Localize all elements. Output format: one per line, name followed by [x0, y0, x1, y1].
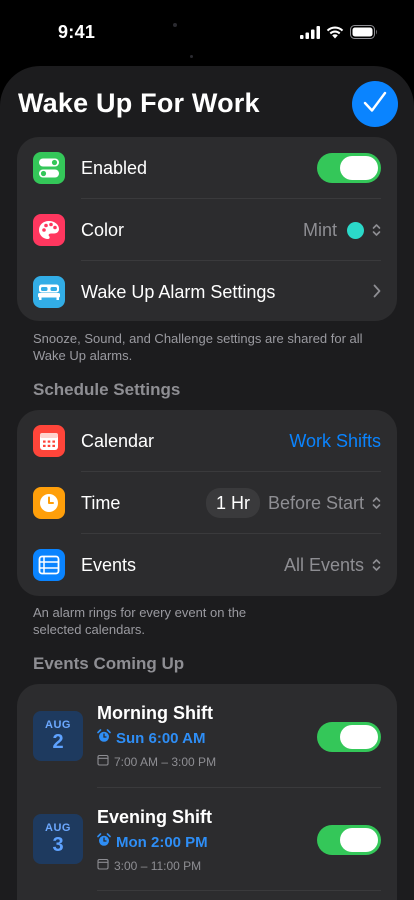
general-footnote: Snooze, Sound, and Challenge settings ar…	[33, 331, 363, 363]
upcoming-section-header: Events Coming Up	[33, 654, 185, 673]
page-title: Wake Up For Work	[18, 88, 260, 118]
chevron-up-down-icon	[372, 496, 381, 510]
battery-icon	[350, 25, 378, 44]
chevron-up-down-icon	[372, 223, 381, 237]
calendar-small-icon	[97, 858, 109, 873]
palette-icon	[33, 214, 65, 246]
event-time-range: 3:00 – 11:00 PM	[97, 858, 201, 873]
events-value[interactable]: All Events	[284, 555, 364, 576]
event-alarm-label: Mon 2:00 PM	[116, 833, 208, 851]
color-label: Color	[81, 220, 125, 240]
time-label: Time	[81, 493, 121, 513]
status-icons	[300, 25, 378, 44]
event-time-range: 7:00 AM – 3:00 PM	[97, 754, 216, 769]
sensor-dot	[190, 55, 193, 58]
bed-icon	[33, 276, 65, 308]
done-button[interactable]	[352, 81, 398, 127]
list-icon	[33, 549, 65, 581]
enabled-label: Enabled	[81, 158, 148, 178]
alarm-clock-icon	[97, 833, 111, 851]
event-title: Evening Shift	[97, 807, 213, 827]
event-month: AUG	[45, 822, 71, 834]
time-offset-pill[interactable]: 1 Hr	[205, 488, 260, 518]
status-time: 9:41	[58, 22, 96, 42]
status-bar: 9:41	[0, 0, 414, 64]
general-settings-card: Enabled Color Mint Wake Up Alarm Setting…	[17, 137, 397, 321]
alarm-clock-icon	[97, 729, 111, 747]
event-alarm-toggle[interactable]	[317, 722, 381, 752]
event-date-badge: AUG 2	[33, 711, 83, 761]
event-title: Morning Shift	[97, 703, 213, 723]
schedule-settings-card: Calendar Work Shifts Time 1 Hr Before St…	[17, 410, 397, 596]
event-alarm-label: Sun 6:00 AM	[116, 729, 206, 747]
enabled-row[interactable]: Enabled	[17, 137, 397, 199]
clock-icon	[33, 487, 65, 519]
calendar-value[interactable]: Work Shifts	[289, 431, 381, 452]
calendar-row[interactable]: Calendar Work Shifts	[17, 410, 397, 472]
event-alarm-time: Sun 6:00 AM	[97, 729, 205, 747]
calendar-label: Calendar	[81, 431, 155, 451]
divider	[97, 890, 381, 891]
event-alarm-toggle[interactable]	[317, 825, 381, 855]
event-range-label: 3:00 – 11:00 PM	[114, 858, 202, 873]
event-range-label: 7:00 AM – 3:00 PM	[114, 754, 217, 769]
color-value: Mint	[302, 219, 337, 240]
color-row[interactable]: Color Mint	[17, 199, 397, 261]
calendar-icon	[33, 425, 65, 457]
events-label: Events	[81, 555, 137, 575]
chevron-right-icon	[373, 282, 381, 303]
event-day: 3	[52, 834, 64, 856]
checkmark-icon	[363, 91, 387, 118]
color-swatch	[347, 221, 364, 239]
list-item[interactable]: AUG 3 Evening Shift Mon 2:00 PM 3:00 – 1…	[17, 788, 397, 891]
alarm-settings-label: Wake Up Alarm Settings	[81, 282, 276, 302]
list-item[interactable]: AUG 2 Morning Shift Sun 6:00 AM 7:00 AM …	[17, 684, 397, 787]
camera-dot	[173, 23, 177, 27]
upcoming-events-card: AUG 2 Morning Shift Sun 6:00 AM 7:00 AM …	[17, 684, 397, 900]
event-date-badge: AUG 3	[33, 814, 83, 864]
enabled-toggle[interactable]	[317, 153, 381, 183]
schedule-section-header: Schedule Settings	[33, 380, 181, 399]
time-row[interactable]: Time 1 Hr Before Start	[17, 472, 397, 534]
events-row[interactable]: Events All Events	[17, 534, 397, 596]
toggles-icon	[33, 152, 65, 184]
alarm-settings-row[interactable]: Wake Up Alarm Settings	[17, 261, 397, 323]
time-relation-value[interactable]: Before Start	[268, 493, 364, 514]
calendar-small-icon	[97, 754, 109, 769]
event-alarm-time: Mon 2:00 PM	[97, 833, 208, 851]
schedule-footnote: An alarm rings for every event on the se…	[33, 605, 247, 637]
event-month: AUG	[45, 719, 71, 731]
event-day: 2	[52, 731, 64, 753]
wifi-icon	[326, 26, 344, 44]
chevron-up-down-icon	[372, 558, 381, 572]
cellular-signal-icon	[300, 25, 320, 44]
